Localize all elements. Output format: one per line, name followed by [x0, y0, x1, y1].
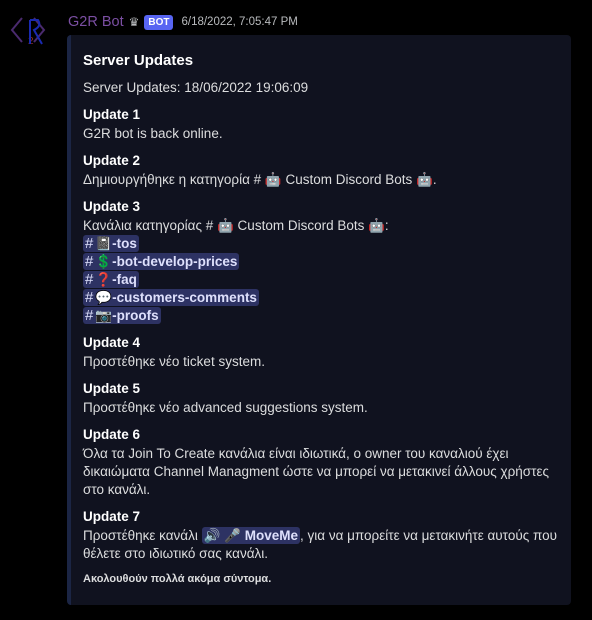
channel-name: -customers-comments — [112, 290, 257, 305]
category-name: 🤖 Custom Discord Bots 🤖 — [264, 172, 433, 187]
field-update-5: Update 5 Προστέθηκε νέο advanced suggest… — [83, 379, 559, 417]
field-value: Όλα τα Join To Create κανάλια είναι ιδιω… — [83, 446, 549, 497]
crown-icon: ♛ — [128, 15, 140, 29]
field-name: Update 6 — [83, 427, 141, 442]
field-update-1: Update 1 G2R bot is back online. — [83, 105, 559, 143]
hash-icon: # — [85, 307, 94, 324]
voice-channel-mention[interactable]: 🔊 🎤 MoveMe — [201, 527, 301, 544]
field-value: Δημιουργήθηκε η κατηγορία # 🤖 Custom Dis… — [83, 171, 559, 189]
channel-mention-prices[interactable]: # 💲-bot-develop-prices — [83, 253, 240, 270]
avatar[interactable]: 2 — [8, 10, 48, 50]
channel-mention-comments[interactable]: # 💬-customers-comments — [83, 289, 259, 306]
field-update-2: Update 2 Δημιουργήθηκε η κατηγορία # 🤖 C… — [83, 151, 559, 189]
text: Δημιουργήθηκε η κατηγορία # — [83, 172, 265, 187]
embed: Server Updates Server Updates: 18/06/202… — [67, 35, 571, 605]
field-value: G2R bot is back online. — [83, 126, 223, 141]
field-value: Προστέθηκε νέο ticket system. — [83, 354, 265, 369]
channel-name: -proofs — [112, 308, 159, 323]
hash-icon: # — [85, 289, 94, 306]
category-name: 🤖 Custom Discord Bots 🤖 — [217, 218, 385, 233]
text: Προστέθηκε κανάλι — [83, 528, 202, 543]
channel-mention-proofs[interactable]: # 📷-proofs — [83, 307, 161, 324]
message-header: G2R Bot ♛ BOT 6/18/2022, 7:05:47 PM — [68, 13, 298, 31]
hash-icon: # — [85, 253, 94, 270]
field-value: Προστέθηκε νέο advanced suggestions syst… — [83, 400, 368, 415]
field-name: Update 7 — [83, 509, 141, 524]
field-name: Update 5 — [83, 381, 141, 396]
text: : — [384, 218, 389, 233]
field-update-4: Update 4 Προστέθηκε νέο ticket system. — [83, 333, 559, 371]
bot-badge: BOT — [144, 14, 174, 30]
embed-footer: Ακολουθούν πολλά ακόμα σύντομα. — [83, 573, 272, 585]
timestamp: 6/18/2022, 7:05:47 PM — [181, 16, 298, 28]
field-name: Update 1 — [83, 107, 141, 122]
field-name: Update 2 — [83, 153, 141, 168]
camera-icon: 📷 — [95, 308, 113, 323]
channel-name: -tos — [112, 236, 137, 251]
speaker-icon: 🔊 — [203, 528, 221, 543]
embed-title: Server Updates — [83, 52, 194, 69]
embed-description: Server Updates: 18/06/2022 19:06:09 — [83, 80, 309, 95]
speech-bubble-icon: 💬 — [95, 290, 113, 305]
field-name: Update 4 — [83, 335, 141, 350]
channel-mention-faq[interactable]: # ❓-faq — [83, 271, 139, 288]
field-update-7: Update 7 Προστέθηκε κανάλι 🔊 🎤 MoveMe, γ… — [83, 507, 559, 563]
field-update-6: Update 6 Όλα τα Join To Create κανάλια ε… — [83, 425, 559, 499]
channel-mention-tos[interactable]: # 📓-tos — [83, 235, 139, 252]
field-name: Update 3 — [83, 199, 141, 214]
channel-name: -faq — [112, 272, 137, 287]
dollar-icon: 💲 — [95, 254, 113, 269]
channel-name: -bot-develop-prices — [112, 254, 238, 269]
hash-icon: # — [85, 271, 94, 288]
channel-name: 🎤 MoveMe — [224, 528, 299, 543]
field-value: Κανάλια κατηγορίας # 🤖 Custom Discord Bo… — [83, 217, 559, 235]
notebook-icon: 📓 — [95, 236, 113, 251]
field-update-3: Update 3 Κανάλια κατηγορίας # 🤖 Custom D… — [83, 197, 559, 325]
username[interactable]: G2R Bot — [68, 14, 124, 30]
hash-icon: # — [85, 235, 94, 252]
question-icon: ❓ — [95, 272, 113, 287]
text: Κανάλια κατηγορίας # — [83, 218, 217, 233]
text: . — [432, 172, 437, 187]
field-value: Προστέθηκε κανάλι 🔊 🎤 MoveMe, για να μπο… — [83, 527, 559, 563]
